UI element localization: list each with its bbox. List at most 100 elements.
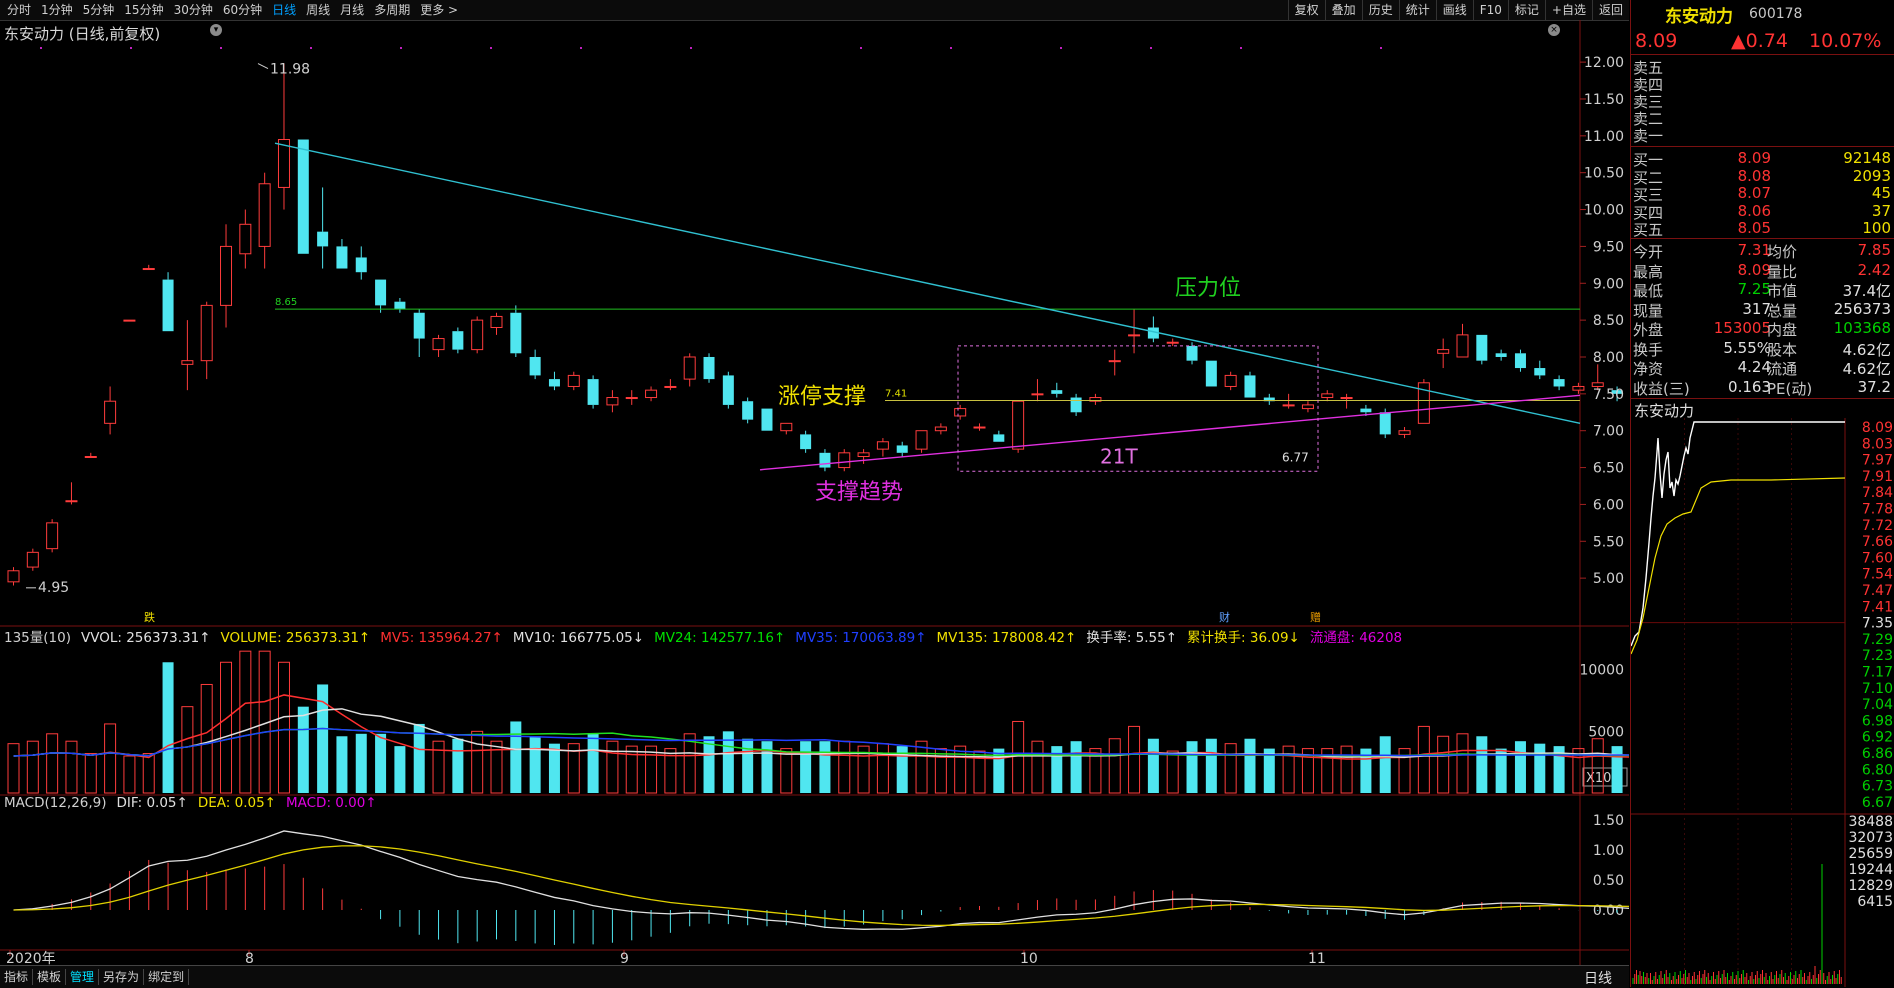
indicator-value: VVOL: 256373.31↑	[80, 630, 211, 646]
intraday-vol-tick: 38488	[1848, 814, 1893, 830]
tool-button[interactable]: +自选	[1544, 0, 1592, 20]
bottom-tab[interactable]: 指标	[0, 969, 34, 985]
price-tick: 11.00	[1584, 129, 1624, 145]
bid-price: 8.06	[1737, 201, 1771, 220]
candle	[780, 422, 793, 435]
candle	[258, 172, 271, 269]
tool-button[interactable]: 返回	[1591, 0, 1629, 20]
indicator-value: 流通盘: 46208	[1309, 630, 1403, 646]
price-tick: 6.00	[1593, 497, 1624, 513]
price-tick: 8.50	[1593, 313, 1624, 329]
tool-button[interactable]: F10	[1472, 0, 1508, 20]
candle	[1417, 379, 1430, 424]
stat-value: 4.62亿	[1842, 340, 1891, 359]
intraday-price-tick: 6.86	[1862, 746, 1893, 762]
volume-bar	[375, 733, 387, 793]
volume-bar	[1611, 746, 1623, 793]
period-tab[interactable]: 分时	[2, 0, 36, 20]
price-tick: 7.50	[1593, 387, 1624, 403]
indicator-value: MV135: 178008.42↑	[936, 630, 1077, 646]
annotation-box: 21T	[1100, 444, 1138, 468]
bid-price: 8.08	[1737, 166, 1771, 185]
volume-bar	[1456, 733, 1469, 794]
period-tab[interactable]: 5分钟	[78, 0, 120, 20]
candle	[104, 386, 117, 435]
volume-bar	[1340, 745, 1353, 794]
stat-label: 最高	[1633, 262, 1664, 281]
period-tab[interactable]: 30分钟	[169, 0, 218, 20]
candle	[432, 334, 445, 357]
bottom-tab[interactable]: 模板	[33, 969, 67, 985]
candle	[46, 519, 59, 553]
tool-button[interactable]: 叠加	[1324, 0, 1362, 20]
bottom-tab[interactable]: 另存为	[99, 969, 145, 985]
tool-button[interactable]: 标记	[1507, 0, 1545, 20]
candle	[819, 449, 831, 472]
candle	[548, 371, 560, 391]
candle	[838, 449, 851, 472]
candle	[1282, 393, 1295, 409]
volume-bar	[1417, 725, 1430, 794]
annotation-resistance: 压力位	[1175, 276, 1241, 301]
candle	[1012, 400, 1025, 453]
candle	[1205, 360, 1217, 387]
candle	[1553, 375, 1565, 391]
intraday-price-tick: 7.60	[1862, 550, 1893, 566]
bottom-tab[interactable]: 绑定到	[144, 969, 190, 985]
macd-tick: 1.00	[1593, 843, 1624, 859]
stat-label: 外盘	[1633, 321, 1664, 339]
stat-label: 收益(三)	[1633, 379, 1690, 398]
period-tab[interactable]: 15分钟	[119, 0, 168, 20]
period-tab[interactable]: 60分钟	[218, 0, 267, 20]
stat-label: 现量	[1633, 301, 1664, 320]
volume-bar	[1282, 745, 1295, 794]
intraday-chart[interactable]: 8.098.037.977.917.847.787.727.667.607.54…	[1631, 418, 1894, 987]
indicator-value: MV24: 142577.16↑	[654, 630, 786, 646]
volume-bar	[1205, 738, 1217, 793]
intraday-price-tick: 7.54	[1862, 567, 1893, 583]
intraday-vol-tick: 12829	[1848, 878, 1893, 894]
candle	[1301, 401, 1314, 413]
price-change: ▲0.74	[1731, 30, 1788, 52]
period-tab[interactable]: 日线	[267, 0, 301, 20]
last-price: 8.09	[1635, 30, 1678, 52]
price-tick: 10.50	[1584, 166, 1624, 182]
marker-cai: 财	[1219, 610, 1230, 624]
period-tab[interactable]: 多周期	[369, 0, 415, 20]
candle	[1147, 316, 1159, 343]
tool-button[interactable]: 历史	[1361, 0, 1399, 20]
volume-bar	[934, 748, 947, 794]
candle	[1166, 338, 1179, 346]
limit-value: 7.41	[885, 388, 907, 399]
period-tabs: 分时 1分钟 5分钟 15分钟 30分钟 60分钟 日线 周线 月线 多周期 更多 >	[2, 0, 463, 20]
intraday-price-tick: 8.09	[1862, 420, 1893, 436]
candle	[1051, 382, 1063, 398]
intraday-vol-tick: 6415	[1857, 894, 1893, 910]
intraday-price-tick: 7.72	[1862, 518, 1893, 534]
period-tab[interactable]: 1分钟	[36, 0, 78, 20]
candle	[452, 327, 464, 354]
quote-row: 卖二	[1633, 108, 1891, 128]
period-tab[interactable]: 更多 >	[415, 0, 463, 20]
tool-button[interactable]: 画线	[1435, 0, 1473, 20]
volume-bar	[394, 746, 406, 793]
candle	[413, 309, 425, 357]
volume-bar	[1514, 741, 1526, 793]
bottom-tab[interactable]: 管理	[66, 969, 100, 985]
price-tick: 12.00	[1584, 55, 1624, 71]
quote-row: 买五 8.05 100	[1633, 219, 1891, 239]
kline-chart[interactable]: 8.65 7.41 压力位涨停支撑支撑趋势 21T 11.98 4.95 6.77 跌 财 赠 1…	[0, 20, 1629, 965]
indicator-value: 135量(10)	[4, 630, 71, 646]
period-tab[interactable]: 月线	[335, 0, 369, 20]
stat-value: 7.25	[1737, 280, 1771, 298]
descending-trendline	[274, 142, 1581, 425]
intraday-price-tick: 7.35	[1862, 616, 1893, 632]
volume-bar	[162, 662, 174, 793]
volume-bar	[26, 740, 39, 794]
volume-bar	[1476, 736, 1488, 793]
candle	[703, 353, 715, 383]
tool-button[interactable]: 统计	[1398, 0, 1436, 20]
period-tab[interactable]: 周线	[301, 0, 335, 20]
candle	[645, 386, 658, 402]
tool-button[interactable]: 复权	[1287, 0, 1325, 20]
